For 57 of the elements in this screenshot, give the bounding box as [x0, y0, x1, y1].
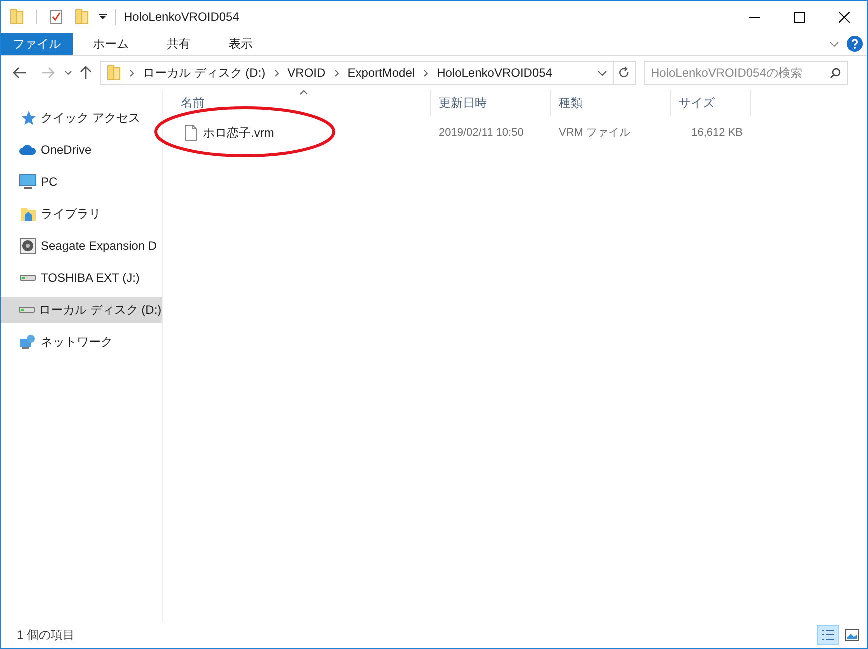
breadcrumb[interactable]: ローカル ディスク (D:)	[143, 64, 266, 82]
sidebar-item[interactable]: ネットワーク	[1, 329, 162, 355]
chevron-icon	[130, 70, 134, 76]
close-icon	[839, 12, 850, 22]
chevron-icon	[334, 70, 339, 76]
drive-icon	[19, 274, 37, 282]
item-count: 1 個の項目	[17, 627, 76, 644]
expand-ribbon-icon[interactable]	[830, 42, 839, 46]
properties-icon[interactable]	[49, 9, 63, 25]
cloud-icon	[19, 144, 37, 156]
column-header[interactable]: 更新日時	[439, 94, 487, 112]
customize-toolbar-icon[interactable]	[99, 14, 107, 20]
file-name[interactable]: ホロ恋子.vrm	[203, 124, 274, 142]
image-icon	[845, 629, 859, 641]
chevron-icon	[274, 70, 279, 76]
column-header[interactable]: 名前	[181, 94, 205, 112]
sidebar-item[interactable]: クイック アクセス	[1, 105, 162, 131]
search-icon	[830, 68, 841, 78]
help-icon[interactable]	[847, 36, 863, 52]
sort-caret-icon	[300, 90, 308, 95]
maximize-icon	[794, 12, 805, 22]
sidebar-item[interactable]: OneDrive	[1, 137, 162, 163]
sidebar-item[interactable]: TOSHIBA EXT (J:)	[1, 265, 162, 291]
table-cell-text: VRM ファイル	[559, 126, 632, 141]
recent-locations-icon[interactable]	[65, 71, 72, 75]
folder-icon	[107, 65, 121, 81]
address-dropdown-icon[interactable]	[598, 70, 607, 76]
details-list-icon	[821, 629, 835, 641]
ribbon-tab[interactable]: 表示	[217, 33, 265, 55]
monitor-icon	[19, 174, 37, 190]
sidebar-item[interactable]: PC	[1, 169, 162, 195]
window-title: HoloLenkoVROID054	[124, 9, 240, 26]
sidebar-item[interactable]: ライブラリ	[1, 201, 162, 227]
sidebar-item[interactable]: ローカル ディスク (D:)	[1, 297, 162, 323]
back-arrow-icon[interactable]	[13, 67, 27, 79]
sidebar-item[interactable]: Seagate Expansion D	[1, 233, 162, 259]
column-header[interactable]: 種類	[559, 94, 583, 112]
table-cell-text: 16,612 KB	[690, 126, 744, 141]
minimize-icon	[749, 16, 760, 18]
address-bar[interactable]: ローカル ディスク (D:) VROID ExportModel HoloLenkoVROID054	[100, 61, 614, 85]
column-header[interactable]: サイズ	[679, 94, 715, 112]
library-icon	[19, 206, 37, 222]
breadcrumb[interactable]: ExportModel	[348, 64, 416, 82]
ribbon-tab[interactable]: ホーム	[81, 33, 141, 55]
breadcrumb[interactable]: HoloLenkoVROID054	[437, 64, 552, 82]
ribbon-tab[interactable]: ファイル	[1, 33, 73, 55]
breadcrumb[interactable]: VROID	[288, 64, 326, 82]
chevron-icon	[424, 70, 428, 76]
network-icon	[19, 334, 37, 350]
file-icon	[185, 125, 197, 141]
table-cell-text: 2019/02/11 10:50	[439, 126, 525, 141]
ribbon-tab[interactable]: 共有	[155, 33, 203, 55]
details-view-button[interactable]	[817, 625, 839, 645]
refresh-icon[interactable]	[619, 67, 630, 79]
up-arrow-icon[interactable]	[80, 66, 92, 80]
search-field[interactable]: HoloLenkoVROID054の検索	[644, 61, 848, 85]
drive-icon	[19, 306, 35, 314]
